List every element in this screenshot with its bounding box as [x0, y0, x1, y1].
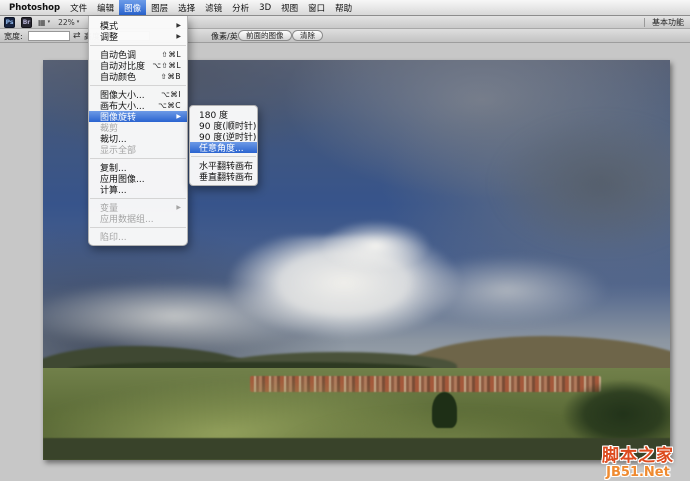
submenu-arrow-icon: ▶ [176, 33, 181, 40]
menubar-item-photoshop[interactable]: Photoshop [4, 0, 65, 15]
watermark-title: 脚本之家 [602, 448, 674, 465]
image-menu-dropdown: 模式▶ 调整▶ 自动色调⇧⌘L 自动对比度⌥⇧⌘L 自动颜色⇧⌘B 图像大小..… [88, 16, 188, 246]
menubar-item-select[interactable]: 选择 [173, 0, 200, 15]
photo-bottom-grass [43, 438, 670, 460]
menu-separator [90, 198, 186, 199]
menubar-item-3d[interactable]: 3D [254, 0, 276, 15]
submenu-item-arbitrary[interactable]: 任意角度... [190, 142, 257, 153]
bridge-launch-icon[interactable]: Br [21, 17, 32, 28]
menu-separator [90, 227, 186, 228]
menubar-item-window[interactable]: 窗口 [303, 0, 330, 15]
swap-width-height-icon[interactable]: ⇄ [73, 29, 81, 43]
arrange-documents-icon: ▦ [38, 18, 46, 27]
menubar-item-analysis[interactable]: 分析 [227, 0, 254, 15]
shortcut-label: ⌥⌘I [161, 90, 181, 99]
menubar-item-help[interactable]: 帮助 [330, 0, 357, 15]
divider [644, 18, 645, 27]
watermark: 脚本之家 JB51.Net [602, 448, 674, 479]
clear-button[interactable]: 清除 [292, 30, 323, 41]
menubar-item-view[interactable]: 视图 [276, 0, 303, 15]
workspace-switcher[interactable]: 基本功能 [644, 17, 684, 28]
submenu-arrow-icon: ▶ [176, 113, 181, 120]
menubar-item-file[interactable]: 文件 [65, 0, 92, 15]
menu-item-trap: 陷印... [89, 231, 187, 242]
menubar-item-image[interactable]: 图像 [119, 0, 146, 15]
photoshop-window: Photoshop 文件 编辑 图像 图层 选择 滤镜 分析 3D 视图 窗口 … [0, 0, 690, 481]
menubar-item-edit[interactable]: 编辑 [92, 0, 119, 15]
menu-bar: Photoshop 文件 编辑 图像 图层 选择 滤镜 分析 3D 视图 窗口 … [0, 0, 690, 16]
chevron-down-icon: ▾ [77, 19, 80, 25]
photo-gray-cloud [407, 256, 608, 324]
menu-item-calculations[interactable]: 计算... [89, 184, 187, 195]
photoshop-app-icon[interactable]: Ps [4, 17, 15, 28]
shortcut-label: ⇧⌘B [161, 72, 181, 81]
crop-width-input[interactable] [28, 31, 70, 41]
watermark-site: JB51.Net [602, 466, 674, 479]
menubar-item-filter[interactable]: 滤镜 [200, 0, 227, 15]
arrange-documents-control[interactable]: ▦ ▾ [38, 18, 50, 27]
menu-separator [90, 85, 186, 86]
workspace-label: 基本功能 [652, 17, 684, 28]
crop-width-label: 宽度: [4, 29, 23, 43]
shortcut-label: ⇧⌘L [162, 50, 181, 59]
submenu-arrow-icon: ▶ [176, 22, 181, 29]
submenu-arrow-icon: ▶ [176, 204, 181, 211]
photo-dark-cloud [494, 116, 670, 252]
photo-tree [432, 392, 457, 428]
menubar-item-layer[interactable]: 图层 [146, 0, 173, 15]
menu-separator [90, 158, 186, 159]
image-rotation-submenu: 180 度 90 度(顺时针) 90 度(逆时针) 任意角度... 水平翻转画布… [189, 105, 258, 186]
menu-item-apply-data-set: 应用数据组... [89, 213, 187, 224]
front-image-button[interactable]: 前面的图像 [238, 30, 292, 41]
menu-separator [90, 45, 186, 46]
shortcut-label: ⌥⇧⌘L [152, 61, 181, 70]
shortcut-label: ⌥⌘C [158, 101, 181, 110]
menu-item-reveal-all: 显示全部 [89, 144, 187, 155]
submenu-item-flip-vertical[interactable]: 垂直翻转画布 [190, 171, 257, 182]
chevron-down-icon: ▾ [48, 19, 51, 25]
zoom-level-control[interactable]: 22% ▾ [58, 18, 79, 27]
zoom-level-value: 22% [58, 18, 75, 27]
menu-separator [191, 156, 256, 157]
menu-item-adjustments[interactable]: 调整▶ [89, 31, 187, 42]
menu-item-auto-color[interactable]: 自动颜色⇧⌘B [89, 71, 187, 82]
